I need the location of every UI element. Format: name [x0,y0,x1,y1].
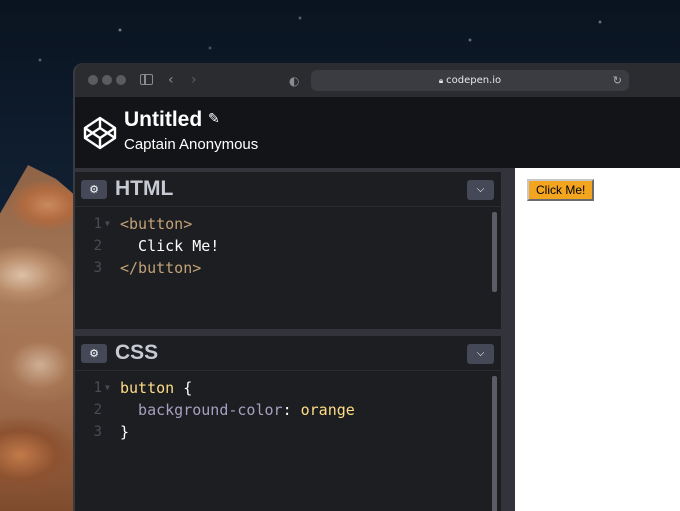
editor-panels: ⚙ HTML ⌵ 1 ▼ <button> 2 Click Me! 3 </bu… [75,168,501,511]
code-text: button { [120,377,192,399]
css-settings-button[interactable]: ⚙ [81,344,107,363]
minimize-window-button[interactable] [102,75,112,85]
browser-toolbar: ‹ › ◐ 🔒︎ codepen.io ↻ [75,63,680,98]
code-line: 3 </button> [75,257,501,279]
line-number: 3 [93,260,102,276]
html-settings-button[interactable]: ⚙ [81,180,107,199]
code-line: 1 ▼ <button> [75,213,501,235]
css-property: background-color [120,401,283,419]
css-editor: ⚙ CSS ⌵ 1 ▼ button { 2 background-color:… [75,336,501,511]
browser-window: ‹ › ◐ 🔒︎ codepen.io ↻ Untitled ✎ Captain … [75,63,680,511]
html-code-area[interactable]: 1 ▼ <button> 2 Click Me! 3 </button> [75,208,501,329]
zoom-window-button[interactable] [116,75,126,85]
css-colon: : [282,401,301,419]
back-arrow-icon[interactable]: ‹ [168,71,174,89]
preview-click-me-button[interactable]: Click Me! [527,179,595,201]
author-name[interactable]: Captain Anonymous [124,136,258,153]
fold-arrow-icon[interactable]: ▼ [105,377,110,399]
reload-icon[interactable]: ↻ [613,70,622,91]
code-text: </button> [120,259,202,277]
code-text: Click Me! [120,237,220,255]
gear-icon: ⚙ [89,183,99,196]
code-text: background-color: orange [120,399,355,421]
code-line: 3 } [75,421,501,443]
html-scrollbar[interactable] [492,212,497,292]
css-value: orange [300,401,355,419]
html-editor-title: HTML [115,177,174,200]
chevron-down-icon: ⌵ [476,184,485,195]
codepen-header: Untitled ✎ Captain Anonymous [75,98,680,168]
css-collapse-button[interactable]: ⌵ [467,344,494,364]
close-window-button[interactable] [88,75,98,85]
css-close-brace: } [120,423,130,441]
code-line: 2 background-color: orange [75,399,501,421]
code-text: <button> [120,215,193,233]
html-editor: ⚙ HTML ⌵ 1 ▼ <button> 2 Click Me! 3 </bu… [75,172,501,329]
css-editor-header: ⚙ CSS ⌵ [75,336,501,371]
css-selector: button [120,379,175,397]
code-line: 2 Click Me! [75,235,501,257]
forward-arrow-icon[interactable]: › [191,71,197,89]
code-line: 1 ▼ button { [75,377,501,399]
panel-resizer[interactable] [501,168,515,511]
fold-arrow-icon[interactable]: ▼ [105,213,110,235]
css-scrollbar[interactable] [492,376,497,511]
css-brace: { [174,379,193,397]
address-bar[interactable]: 🔒︎ codepen.io ↻ [311,70,629,91]
url-text: codepen.io [446,75,502,86]
line-number: 1 [93,216,102,232]
wallpaper-rocks [0,165,80,511]
line-number: 1 [93,380,102,396]
css-code-area[interactable]: 1 ▼ button { 2 background-color: orange … [75,372,501,511]
line-number: 2 [93,238,102,254]
html-editor-header: ⚙ HTML ⌵ [75,172,501,207]
css-editor-title: CSS [115,341,159,364]
line-number: 3 [93,424,102,440]
gear-icon: ⚙ [89,347,99,360]
chevron-down-icon: ⌵ [476,348,485,359]
sidebar-toggle-icon[interactable] [140,74,153,85]
pen-title[interactable]: Untitled [124,108,202,132]
line-number: 2 [93,402,102,418]
pencil-icon[interactable]: ✎ [208,111,220,127]
result-preview: Click Me! [515,168,680,511]
privacy-shield-icon[interactable]: ◐ [289,72,299,90]
lock-icon: 🔒︎ [438,76,444,85]
html-collapse-button[interactable]: ⌵ [467,180,494,200]
codepen-logo-icon[interactable] [83,116,117,150]
